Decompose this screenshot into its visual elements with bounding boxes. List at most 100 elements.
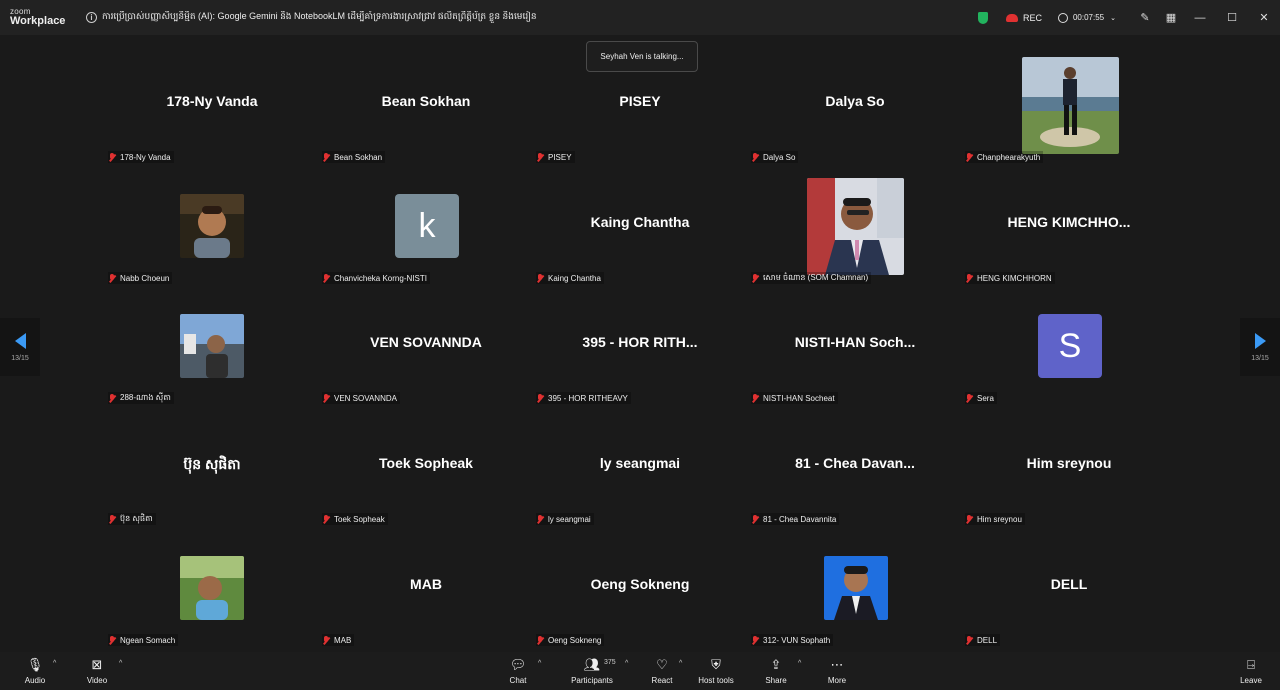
participant-tile[interactable]: សោម ចំណាន (SOM Chamnan) [748,166,962,286]
video-off-icon: ⊠ [91,657,103,672]
participant-tile[interactable]: ly seangmai ly seangmai [533,407,747,527]
page-indicator-right: 13/15 [1251,354,1269,362]
share-button[interactable]: ⇪ Share [746,656,806,685]
pen-icon[interactable]: ✎ [1132,0,1158,35]
participant-tile[interactable]: NISTI-HAN Soch... NISTI-HAN Socheat [748,286,962,406]
video-button[interactable]: ⊠ Video [67,656,127,685]
participants-options-caret-icon[interactable]: ^ [625,660,628,667]
video-gallery: 178-Ny Vanda 178-Ny Vanda Bean Sokhan Be… [105,45,1177,650]
video-options-caret-icon[interactable]: ^ [119,660,122,667]
name-label: សោម ចំណាន (SOM Chamnan) [751,272,872,284]
label-text: HENG KIMCHHORN [977,273,1052,283]
audio-options-caret-icon[interactable]: ^ [53,660,56,667]
clock-icon [1057,12,1068,23]
muted-mic-icon [536,152,544,162]
next-page-button[interactable]: 13/15 [1240,318,1280,376]
participant-tile[interactable]: 81 - Chea Davan... 81 - Chea Davannita [748,407,962,527]
participant-tile[interactable]: Kaing Chantha Kaing Chantha [533,166,747,286]
label-text: Toek Sopheak [334,514,385,524]
meeting-timer[interactable]: 00:07:55 ⌄ [1057,12,1116,23]
more-button[interactable]: ⋯ More [807,656,867,685]
label-text: សោម ចំណាន (SOM Chamnan) [763,273,869,282]
participant-name: Bean Sokhan [381,93,471,109]
grid-view-icon[interactable]: ▦ [1158,0,1184,35]
participant-name: NISTI-HAN Soch... [794,334,916,350]
participant-tile[interactable]: PISEY PISEY [533,45,747,165]
participant-tile[interactable]: Nabb Choeun [105,166,319,286]
participant-tile[interactable]: Chanphearakyuth [962,45,1176,165]
participant-photo [180,556,244,620]
name-label: 178-Ny Vanda [108,151,174,163]
participant-tile[interactable]: 288-ណាង ស៊ីតា [105,286,319,406]
name-label: 288-ណាង ស៊ីតា [108,392,174,404]
recording-indicator[interactable]: REC [1005,13,1042,23]
participant-name: Him sreynou [1026,455,1112,471]
name-label: DELL [965,634,1001,646]
participant-tile[interactable]: Toek Sopheak Toek Sopheak [319,407,533,527]
participant-tile[interactable]: Bean Sokhan Bean Sokhan [319,45,533,165]
participant-tile[interactable]: DELL DELL [962,528,1176,648]
participant-name: MAB [410,576,442,592]
name-label: Kaing Chantha [536,272,604,284]
participant-photo [180,314,244,378]
page-indicator-left: 13/15 [11,354,29,362]
participant-name: 81 - Chea Davan... [795,455,915,471]
react-label: React [651,676,673,685]
participant-tile[interactable]: S Sera [962,286,1176,406]
mic-muted-icon: 🎙︎ [26,657,44,672]
participant-tile[interactable]: k Chanvicheka Korng-NISTI [319,166,533,286]
muted-mic-icon [751,152,759,162]
maximize-button[interactable]: ☐ [1216,0,1248,35]
muted-mic-icon [108,514,116,524]
leave-button[interactable]: ⍈ Leave [1221,656,1280,685]
participant-name: Kaing Chantha [590,214,690,230]
participant-name: PISEY [619,93,661,109]
muted-mic-icon [965,635,973,645]
label-text: NISTI-HAN Socheat [763,393,835,403]
name-label: 81 - Chea Davannita [751,513,840,525]
name-label: VEN SOVANNDA [322,392,400,404]
participant-tile[interactable]: HENG KIMCHHO... HENG KIMCHHORN [962,166,1176,286]
chevron-down-icon: ⌄ [1110,14,1116,22]
participant-tile[interactable]: VEN SOVANNDA VEN SOVANNDA [319,286,533,406]
muted-mic-icon [108,635,116,645]
participant-tile[interactable]: 395 - HOR RITH... 395 - HOR RITHEAVY [533,286,747,406]
muted-mic-icon [751,635,759,645]
react-button[interactable]: ♡ React [632,656,692,685]
minimize-button[interactable]: — [1184,0,1216,35]
participant-tile[interactable]: Oeng Sokneng Oeng Sokneng [533,528,747,648]
name-label: Toek Sopheak [322,513,388,525]
info-icon[interactable]: i [86,12,97,23]
participant-tile[interactable]: Dalya So Dalya So [748,45,962,165]
chat-options-caret-icon[interactable]: ^ [538,660,541,667]
label-text: MAB [334,635,352,645]
label-text: Nabb Choeun [120,273,170,283]
participant-tile[interactable]: Him sreynou Him sreynou [962,407,1176,527]
encryption-shield-icon[interactable] [977,11,988,24]
participant-tile[interactable]: Ngean Somach [105,528,319,648]
muted-mic-icon [751,514,759,524]
previous-page-button[interactable]: 13/15 [0,318,40,376]
participant-photo [807,178,904,275]
label-text: ប៊ុន សុផិតា [120,514,153,523]
muted-mic-icon [108,152,116,162]
participant-name: Oeng Sokneng [590,576,690,592]
participants-label: Participants [571,676,613,685]
participant-tile[interactable]: 312- VUN Sophath [748,528,962,648]
label-text: VEN SOVANNDA [334,393,397,403]
share-options-caret-icon[interactable]: ^ [798,660,801,667]
zoom-logo: zoom Workplace [0,8,72,27]
participant-tile[interactable]: 178-Ny Vanda 178-Ny Vanda [105,45,319,165]
participant-tile[interactable]: MAB MAB [319,528,533,648]
avatar: S [1038,314,1102,378]
label-text: Chanphearakyuth [977,152,1041,162]
muted-mic-icon [322,152,330,162]
participant-name: DELL [1050,576,1088,592]
muted-mic-icon [965,273,973,283]
close-button[interactable]: ✕ [1248,0,1280,35]
name-label: MAB [322,634,355,646]
name-label: 312- VUN Sophath [751,634,834,646]
host-tools-button[interactable]: ⛨ Host tools [686,656,746,685]
participant-tile[interactable]: ប៊ុន សុផិតា ប៊ុន សុផិតា [105,407,319,527]
react-options-caret-icon[interactable]: ^ [679,660,682,667]
